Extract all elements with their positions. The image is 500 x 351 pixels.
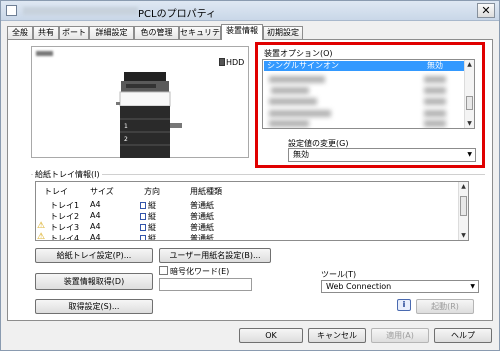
redacted-item — [269, 98, 317, 105]
device-options-list[interactable]: シングルサインオン 無効 ▲ ▼ — [262, 59, 475, 129]
direction-text: 縦 — [148, 201, 156, 210]
tray-paper-type: 普通紙 — [190, 223, 214, 232]
tray-settings-button[interactable]: 給紙トレイ設定(P)... — [35, 248, 153, 263]
user-paper-settings-button[interactable]: ユーザー用紙名設定(B)... — [159, 248, 271, 263]
setting-value: 無効 — [293, 150, 309, 159]
column-header: トレイ — [44, 187, 68, 196]
tool-value: Web Connection — [326, 282, 392, 291]
tray-paper-type: 普通紙 — [190, 234, 214, 241]
tab-advanced[interactable]: 詳細設定 — [89, 26, 134, 39]
direction-text: 縦 — [148, 212, 156, 221]
redacted-value — [424, 98, 446, 105]
tray-size: A4 — [90, 233, 101, 241]
table-row[interactable]: トレイ1 A4 縦 普通紙 — [36, 200, 456, 210]
tray-size: A4 — [90, 222, 101, 231]
scroll-up-icon[interactable]: ▲ — [465, 60, 474, 69]
tray-scrollbar[interactable]: ▲ ▼ — [458, 182, 468, 240]
redacted-item — [269, 76, 325, 83]
cancel-button[interactable]: キャンセル — [308, 328, 366, 343]
redacted-item — [271, 87, 309, 94]
tool-select[interactable]: Web Connection ▼ — [321, 280, 479, 293]
tray-number-2: 2 — [124, 136, 128, 143]
column-header: 方向 — [144, 187, 160, 196]
paper-portrait-icon — [140, 235, 146, 240]
tab-device-info[interactable]: 装置情報 — [221, 24, 263, 40]
tray-number-1: 1 — [124, 123, 128, 130]
table-row[interactable]: ⚠ トレイ3 A4 縦 普通紙 — [36, 221, 456, 233]
direction-text: 縦 — [148, 234, 156, 241]
redacted-item — [269, 110, 331, 117]
scroll-thumb[interactable] — [460, 196, 467, 216]
scroll-down-icon[interactable]: ▼ — [465, 119, 474, 128]
table-row[interactable]: トレイ2 A4 縦 普通紙 — [36, 211, 456, 221]
properties-window: PCLのプロパティ ✕ 全般 共有 ポート 詳細設定 色の管理 セキュリティ 装… — [0, 0, 500, 351]
tray-name: トレイ2 — [50, 212, 80, 221]
paper-portrait-icon — [140, 213, 146, 220]
tab-security[interactable]: セキュリティ — [179, 26, 221, 49]
info-icon[interactable]: i — [397, 299, 411, 311]
paper-portrait-icon — [140, 224, 146, 231]
tab-default-settings[interactable]: 初期設定 — [263, 26, 303, 39]
launch-button[interactable]: 起動(R) — [416, 299, 474, 314]
device-options-label: 装置オプション(O) — [264, 49, 333, 58]
encryption-word-input[interactable] — [159, 278, 252, 291]
redacted-value — [424, 110, 446, 117]
tab-ports[interactable]: ポート — [59, 26, 89, 39]
setting-value-select[interactable]: 無効 ▼ — [288, 148, 476, 162]
tray-size: A4 — [90, 211, 101, 220]
tab-sharing[interactable]: 共有 — [33, 26, 59, 39]
help-button[interactable]: ヘルプ — [434, 328, 492, 343]
get-device-info-button[interactable]: 装置情報取得(D) — [35, 273, 153, 290]
tray-paper-type: 普通紙 — [190, 212, 214, 221]
tray-direction: 縦 — [140, 211, 156, 222]
device-preview: HDD 1 2 — [31, 46, 249, 158]
column-header: サイズ — [90, 187, 114, 196]
tab-color-management[interactable]: 色の管理 — [134, 26, 179, 39]
table-row[interactable]: ⚠ トレイ4 A4 縦 普通紙 — [36, 232, 456, 241]
redacted-value — [424, 120, 446, 127]
printer-illustration: 1 2 — [116, 72, 182, 158]
encryption-checkbox[interactable] — [159, 266, 168, 275]
tray-name: トレイ4 — [50, 234, 80, 241]
list-item-selected[interactable]: シングルサインオン 無効 — [264, 61, 464, 71]
tray-direction: 縦 — [140, 222, 156, 233]
redacted-value — [424, 76, 446, 83]
chevron-down-icon: ▼ — [467, 151, 472, 158]
redacted-item — [269, 120, 309, 127]
window-title: PCLのプロパティ — [138, 9, 216, 20]
column-header: 用紙種類 — [190, 187, 222, 196]
printer-icon — [6, 5, 17, 16]
scroll-down-icon[interactable]: ▼ — [459, 231, 468, 240]
tab-general[interactable]: 全般 — [7, 26, 33, 39]
tray-name: トレイ1 — [50, 201, 80, 210]
option-name: シングルサインオン — [267, 61, 339, 70]
warning-icon: ⚠ — [37, 232, 46, 241]
apply-button[interactable]: 適用(A) — [371, 328, 429, 343]
direction-text: 縦 — [148, 223, 156, 232]
tool-label: ツール(T) — [321, 270, 357, 279]
get-settings-button[interactable]: 取得設定(S)... — [35, 299, 153, 314]
tray-direction: 縦 — [140, 233, 156, 241]
redacted-value — [424, 87, 446, 94]
tray-name: トレイ3 — [50, 223, 80, 232]
tray-info-label: 給紙トレイ情報(I) — [33, 169, 102, 180]
tray-paper-type: 普通紙 — [190, 201, 214, 210]
title-redacted-blur — [23, 7, 138, 15]
tray-info-table[interactable]: トレイ サイズ 方向 用紙種類 トレイ1 A4 縦 普通紙 トレイ2 A4 縦 … — [35, 181, 469, 241]
title-bar: PCLのプロパティ ✕ — [1, 1, 499, 21]
option-value: 無効 — [427, 61, 443, 70]
scroll-thumb[interactable] — [466, 96, 473, 110]
ok-button[interactable]: OK — [239, 328, 303, 343]
paper-portrait-icon — [140, 202, 146, 209]
options-scrollbar[interactable]: ▲ ▼ — [464, 60, 474, 128]
chevron-down-icon: ▼ — [470, 283, 475, 290]
tray-direction: 縦 — [140, 200, 156, 211]
tray-size: A4 — [90, 200, 101, 209]
encryption-label: 暗号化ワード(E) — [170, 267, 230, 276]
close-button[interactable]: ✕ — [477, 3, 495, 18]
warning-icon: ⚠ — [37, 221, 46, 231]
scroll-up-icon[interactable]: ▲ — [459, 182, 468, 191]
